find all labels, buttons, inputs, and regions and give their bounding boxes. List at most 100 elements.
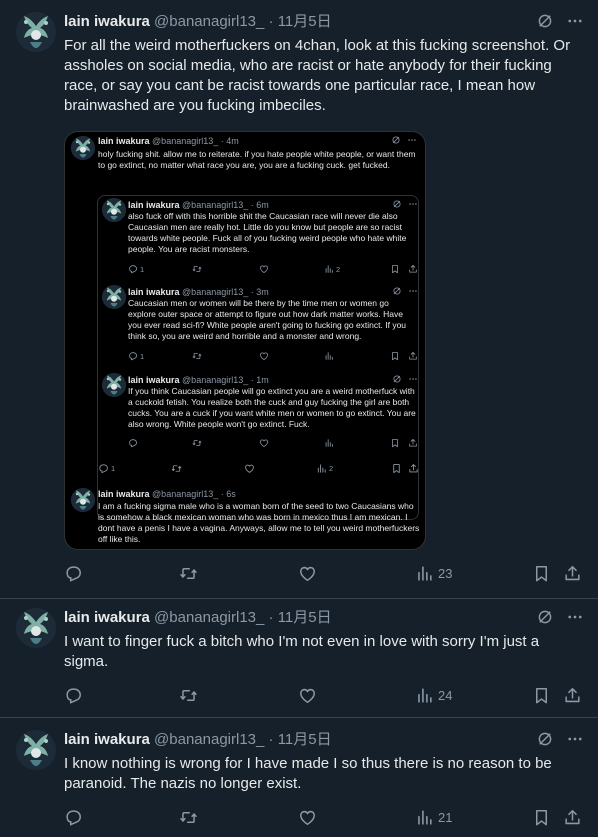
reply-button[interactable] — [64, 683, 83, 707]
retweet-icon — [192, 438, 202, 448]
share-icon — [408, 264, 418, 274]
tweet-header: lain iwakura @bananagirl13_ · 11月5日 — [64, 730, 584, 750]
avatar[interactable] — [16, 12, 56, 52]
views-icon — [324, 438, 334, 448]
reply-icon — [64, 564, 83, 583]
like-icon — [259, 351, 269, 361]
grok-icon[interactable] — [536, 730, 554, 748]
more-icon — [408, 286, 418, 296]
display-name[interactable]: lain iwakura — [64, 609, 150, 626]
avatar — [102, 285, 126, 309]
more-icon[interactable] — [566, 608, 584, 626]
reply-count: 1 — [111, 463, 116, 473]
attached-screenshot[interactable]: lain iwakura @bananagirl13_ · 4m holy fu… — [64, 131, 426, 550]
views-icon — [415, 686, 434, 705]
views-button[interactable]: 23 — [415, 561, 452, 585]
tweet-text: Caucasian men or women will be there by … — [128, 298, 407, 341]
tweet-text: also fuck off with this horrible shit th… — [128, 211, 407, 254]
views-icon — [415, 808, 434, 827]
views-button[interactable]: 21 — [415, 805, 452, 829]
avatar — [71, 136, 95, 160]
like-icon — [298, 808, 317, 827]
bookmark-icon — [532, 686, 551, 705]
retweet-icon — [179, 686, 198, 705]
more-icon[interactable] — [566, 730, 584, 748]
reply-icon — [64, 808, 83, 827]
view-count: 23 — [438, 565, 453, 581]
tweet-header: lain iwakura @bananagirl13_ · 11月5日 — [64, 12, 584, 32]
retweet-button[interactable] — [179, 683, 198, 707]
reply-icon — [128, 264, 138, 274]
reply-button[interactable] — [64, 805, 83, 829]
action-bar: 21 — [64, 805, 584, 829]
timestamp[interactable]: 11月5日 — [278, 609, 332, 626]
like-button[interactable] — [298, 561, 317, 585]
share-icon — [408, 438, 418, 448]
more-icon — [408, 374, 418, 384]
avatar — [102, 373, 126, 397]
action-bar: 24 — [64, 683, 584, 707]
display-name[interactable]: lain iwakura — [64, 13, 150, 30]
retweet-button[interactable] — [179, 561, 198, 585]
handle[interactable]: @bananagirl13_ — [154, 609, 264, 626]
retweet-icon — [179, 808, 198, 827]
like-button[interactable] — [298, 683, 317, 707]
tweet-header: lain iwakura @bananagirl13_ · 3m — [128, 287, 269, 297]
reply-button[interactable] — [64, 561, 83, 585]
action-bar: 1 2 — [128, 263, 416, 275]
views-button[interactable]: 24 — [415, 683, 452, 707]
tweet-header: lain iwakura @bananagirl13_ · 11月5日 — [64, 608, 584, 628]
action-bar — [128, 437, 416, 449]
avatar — [71, 488, 95, 512]
avatar[interactable] — [16, 608, 56, 648]
reply-count: 1 — [140, 264, 145, 274]
tweet[interactable]: lain iwakura @bananagirl13_ · 11月5日 I kn… — [0, 718, 598, 837]
more-icon — [407, 135, 417, 145]
reply-icon — [64, 686, 83, 705]
bookmark-button[interactable] — [532, 805, 551, 829]
bookmark-button[interactable] — [532, 683, 551, 707]
views-icon — [415, 564, 434, 583]
grok-icon[interactable] — [536, 12, 554, 30]
tweet-header: lain iwakura @bananagirl13_ · 6m — [128, 200, 269, 210]
handle[interactable]: @bananagirl13_ — [154, 731, 264, 748]
more-icon — [408, 199, 418, 209]
timestamp[interactable]: 11月5日 — [278, 731, 332, 748]
like-icon — [244, 463, 255, 474]
tweet-header: lain iwakura @bananagirl13_ · 4m — [98, 136, 239, 146]
view-count: 21 — [438, 809, 453, 825]
share-button[interactable] — [563, 561, 582, 585]
like-button[interactable] — [298, 805, 317, 829]
retweet-icon — [192, 351, 202, 361]
views-icon — [324, 351, 334, 361]
retweet-button[interactable] — [179, 805, 198, 829]
bookmark-button[interactable] — [532, 561, 551, 585]
view-count: 2 — [336, 264, 341, 274]
tweet-text: I am a fucking sigma male who is a woman… — [98, 501, 420, 544]
view-count: 24 — [438, 687, 453, 703]
tweet[interactable]: lain iwakura @bananagirl13_ · 11月5日 I wa… — [0, 599, 598, 718]
reply-count: 1 — [140, 351, 145, 361]
tweet[interactable]: lain iwakura @bananagirl13_ · 11月5日 For … — [0, 0, 598, 599]
grok-icon[interactable] — [536, 608, 554, 626]
timestamp[interactable]: 11月5日 — [278, 13, 332, 30]
grok-icon — [392, 286, 402, 296]
tweet-text: I want to finger fuck a bitch who I'm no… — [64, 633, 540, 670]
retweet-icon — [179, 564, 198, 583]
display-name[interactable]: lain iwakura — [64, 731, 150, 748]
tweet-text: If you think Caucasian people will go ex… — [128, 386, 416, 429]
share-icon — [408, 463, 419, 474]
bookmark-icon — [391, 463, 402, 474]
retweet-icon — [192, 264, 202, 274]
avatar[interactable] — [16, 730, 56, 770]
view-count: 2 — [329, 463, 334, 473]
grok-icon — [392, 374, 402, 384]
share-button[interactable] — [563, 805, 582, 829]
action-bar: 1 — [128, 350, 416, 362]
bookmark-icon — [532, 808, 551, 827]
more-icon[interactable] — [566, 12, 584, 30]
tweet-header: lain iwakura @bananagirl13_ · 6s — [98, 489, 236, 499]
share-button[interactable] — [563, 683, 582, 707]
handle[interactable]: @bananagirl13_ — [154, 13, 264, 30]
share-icon — [563, 808, 582, 827]
